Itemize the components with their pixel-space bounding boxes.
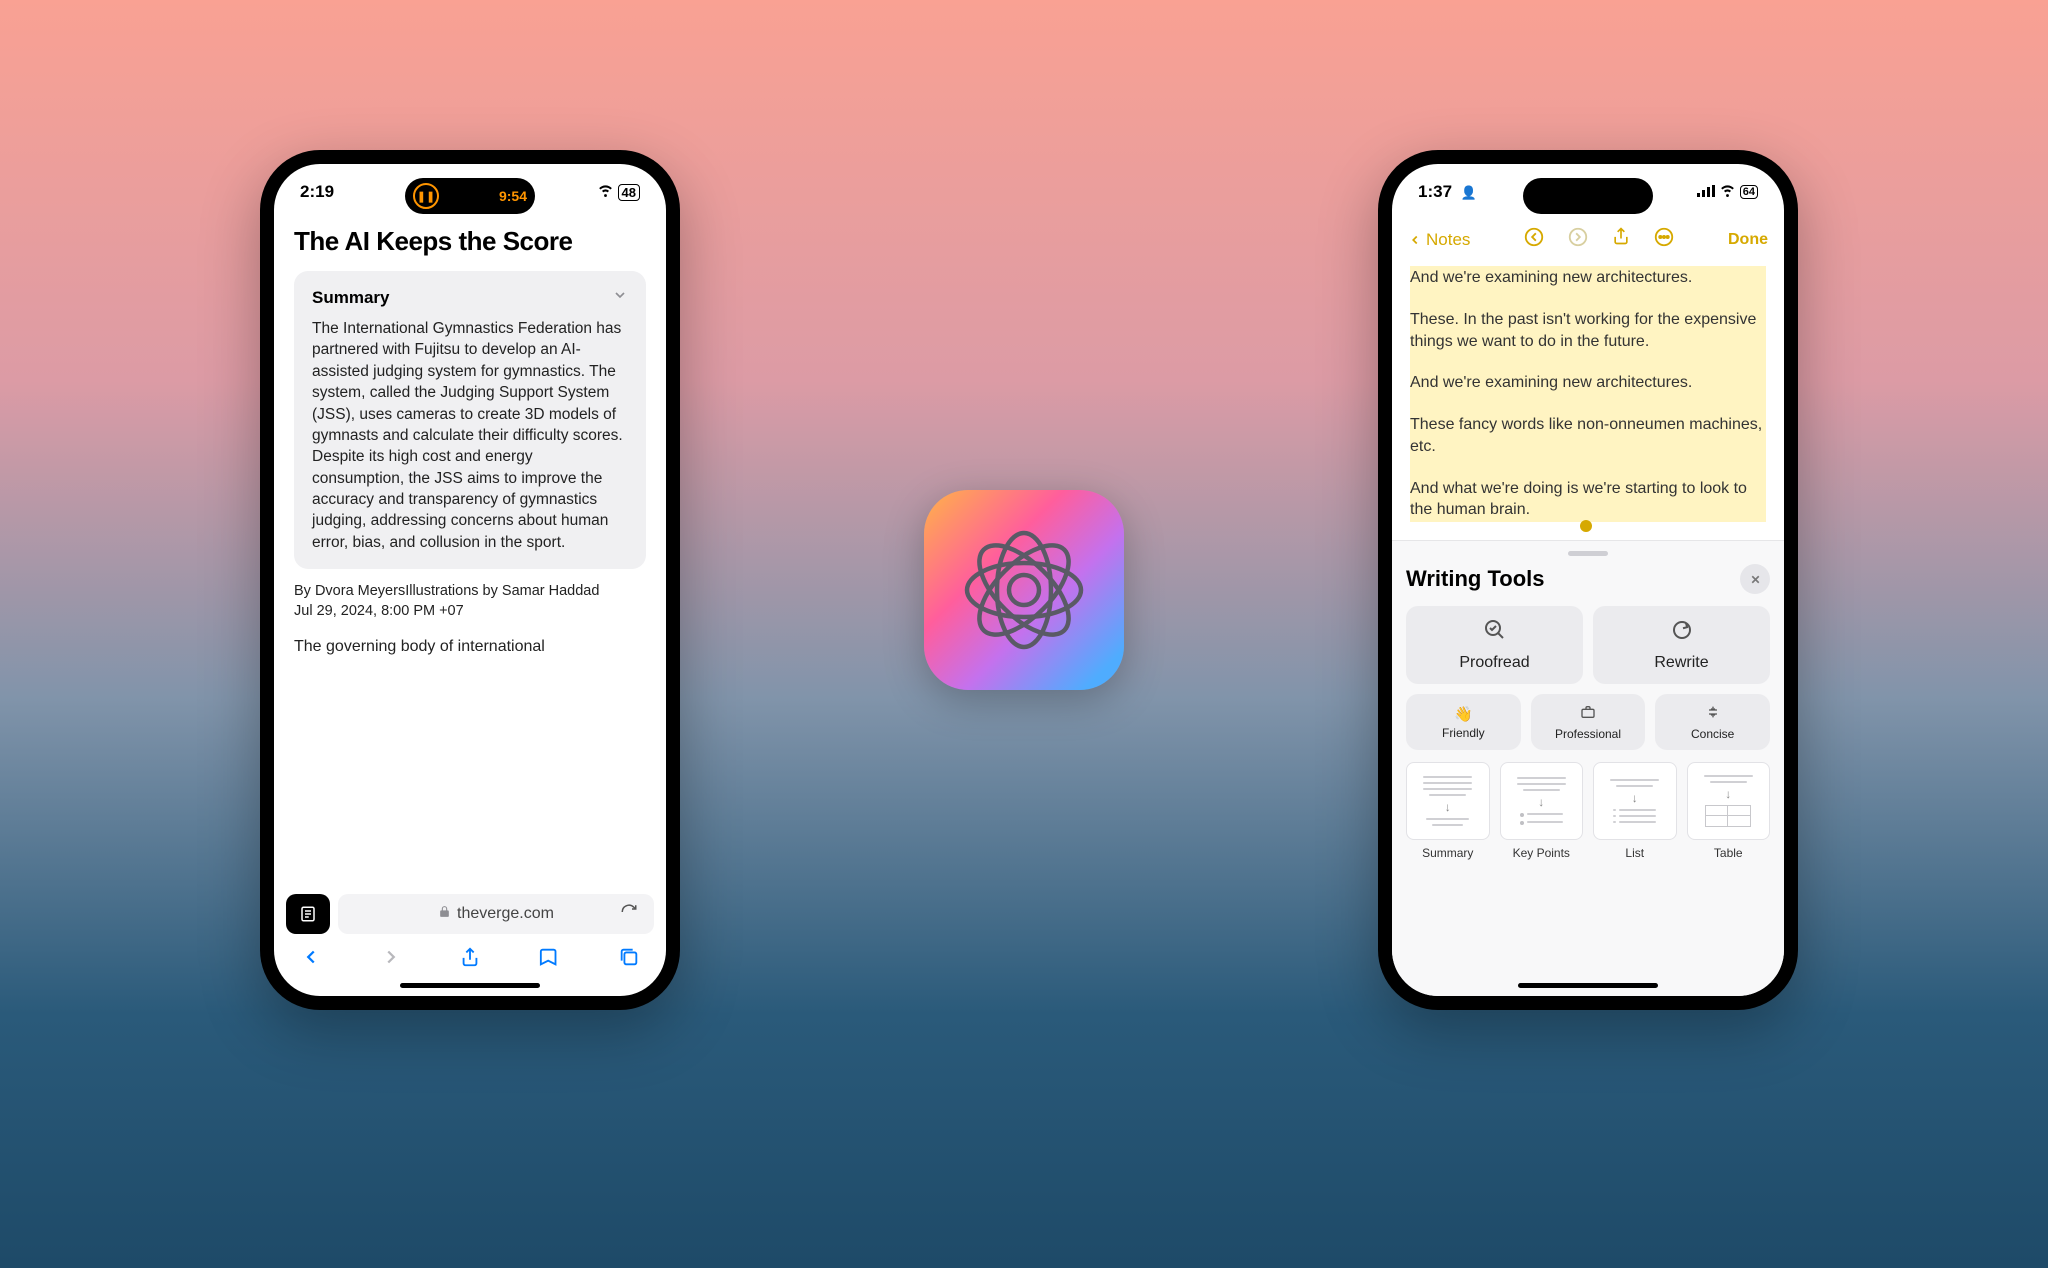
share-button[interactable]: [1611, 226, 1631, 254]
chevron-down-icon[interactable]: [612, 287, 628, 308]
summary-card[interactable]: Summary The International Gymnastics Fed…: [294, 271, 646, 569]
writing-tools-panel: Writing Tools Proofread Rewrite 👋 F: [1392, 540, 1784, 996]
keypoints-format-button[interactable]: ↓ Key Points: [1500, 762, 1584, 860]
back-button[interactable]: [300, 946, 322, 974]
reader-mode-button[interactable]: [286, 894, 330, 934]
friendly-button[interactable]: 👋 Friendly: [1406, 694, 1521, 750]
compress-icon: [1705, 704, 1721, 724]
share-button[interactable]: [459, 946, 481, 974]
note-content[interactable]: And we're examining new architectures. T…: [1392, 260, 1784, 540]
status-time: 1:37: [1418, 182, 1452, 201]
rewrite-button[interactable]: Rewrite: [1593, 606, 1770, 684]
selection-handle[interactable]: [1580, 520, 1592, 532]
done-button[interactable]: Done: [1728, 231, 1768, 249]
pause-icon: ❚❚: [413, 183, 439, 209]
dynamic-island-time: 9:54: [499, 188, 527, 204]
bookmarks-button[interactable]: [539, 946, 561, 974]
hand-wave-icon: 👋: [1454, 705, 1473, 723]
list-thumb-icon: ↓: [1593, 762, 1677, 840]
close-button[interactable]: [1740, 564, 1770, 594]
url-field[interactable]: theverge.com: [338, 894, 654, 934]
lock-icon: [438, 905, 451, 923]
wifi-icon: [597, 181, 614, 203]
notes-nav-bar: Notes Done: [1392, 220, 1784, 260]
dynamic-island[interactable]: ❚❚ 9:54: [405, 178, 535, 214]
summary-thumb-icon: ↓: [1406, 762, 1490, 840]
battery-icon: 48: [618, 184, 640, 201]
forward-button[interactable]: [380, 946, 402, 974]
reload-icon[interactable]: [620, 903, 638, 926]
keypoints-thumb-icon: ↓: [1500, 762, 1584, 840]
list-format-button[interactable]: ↓ List: [1593, 762, 1677, 860]
selected-text[interactable]: And we're examining new architectures. T…: [1410, 266, 1766, 522]
safari-toolbar: theverge.com: [274, 886, 666, 996]
cellular-icon: [1697, 182, 1715, 202]
home-indicator[interactable]: [1518, 983, 1658, 988]
phone-safari: ❚❚ 9:54 2:19 48 The AI Keeps the Score S…: [260, 150, 680, 1010]
table-format-button[interactable]: ↓ Table: [1687, 762, 1771, 860]
dynamic-island[interactable]: [1523, 178, 1653, 214]
battery-icon: 64: [1740, 185, 1758, 199]
location-icon: 👤: [1461, 185, 1477, 200]
phone-notes: 1:37 👤 64 Notes: [1378, 150, 1798, 1010]
arrow-cycle-icon: [1670, 618, 1694, 648]
redo-button[interactable]: [1567, 226, 1589, 254]
article-body-preview: The governing body of international: [294, 636, 646, 658]
wifi-icon: [1719, 181, 1736, 203]
professional-button[interactable]: Professional: [1531, 694, 1646, 750]
home-indicator[interactable]: [400, 983, 540, 988]
summary-text: The International Gymnastics Federation …: [312, 318, 628, 553]
writing-tools-title: Writing Tools: [1406, 566, 1545, 592]
article-title: The AI Keeps the Score: [294, 226, 646, 257]
more-button[interactable]: [1653, 226, 1675, 254]
undo-button[interactable]: [1523, 226, 1545, 254]
concise-button[interactable]: Concise: [1655, 694, 1770, 750]
tabs-button[interactable]: [618, 946, 640, 974]
byline: By Dvora MeyersIllustrations by Samar Ha…: [294, 581, 646, 601]
url-text: theverge.com: [457, 905, 554, 923]
summary-heading: Summary: [312, 288, 389, 308]
summary-format-button[interactable]: ↓ Summary: [1406, 762, 1490, 860]
status-time: 2:19: [300, 182, 370, 202]
proofread-button[interactable]: Proofread: [1406, 606, 1583, 684]
magnify-check-icon: [1483, 618, 1507, 648]
dateline: Jul 29, 2024, 8:00 PM +07: [294, 601, 646, 621]
apple-intelligence-icon: [924, 490, 1124, 690]
panel-grabber[interactable]: [1568, 551, 1608, 556]
table-thumb-icon: ↓: [1687, 762, 1771, 840]
back-to-notes-button[interactable]: Notes: [1408, 230, 1470, 250]
briefcase-icon: [1580, 704, 1596, 724]
